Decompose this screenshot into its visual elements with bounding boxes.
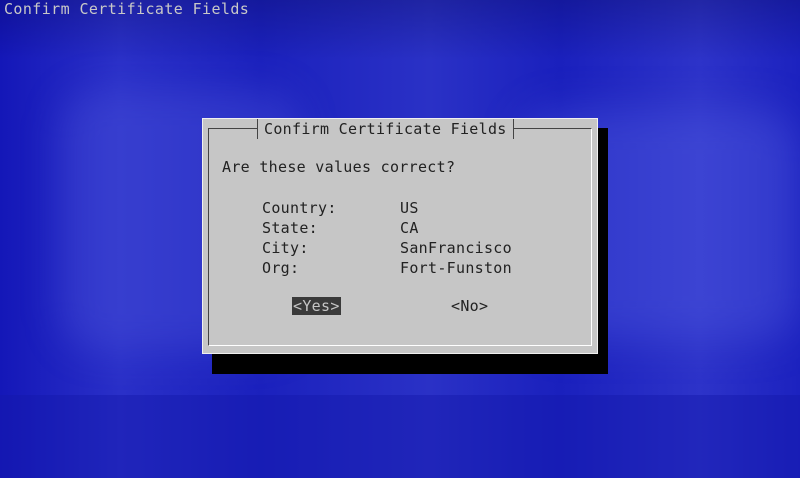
field-value: Fort-Funston: [400, 259, 512, 277]
field-label: City:: [262, 239, 309, 257]
field-value: CA: [400, 219, 419, 237]
field-label: Org:: [262, 259, 300, 277]
field-value: SanFrancisco: [400, 239, 512, 257]
dialog-title: Confirm Certificate Fields: [257, 119, 514, 139]
yes-button[interactable]: <Yes>: [292, 297, 341, 315]
field-value: US: [400, 199, 419, 217]
fields-list: Country: US State: CA City: SanFrancisco…: [262, 198, 512, 278]
confirm-dialog: Confirm Certificate Fields Are these val…: [202, 118, 598, 354]
background-band: [0, 395, 800, 478]
field-row-org: Org: Fort-Funston: [262, 258, 512, 278]
field-row-state: State: CA: [262, 218, 512, 238]
dialog-prompt: Are these values correct?: [222, 158, 456, 176]
screen-title: Confirm Certificate Fields: [4, 0, 250, 18]
no-button[interactable]: <No>: [451, 297, 488, 315]
field-label: State:: [262, 219, 318, 237]
field-label: Country:: [262, 199, 337, 217]
field-row-city: City: SanFrancisco: [262, 238, 512, 258]
field-row-country: Country: US: [262, 198, 512, 218]
